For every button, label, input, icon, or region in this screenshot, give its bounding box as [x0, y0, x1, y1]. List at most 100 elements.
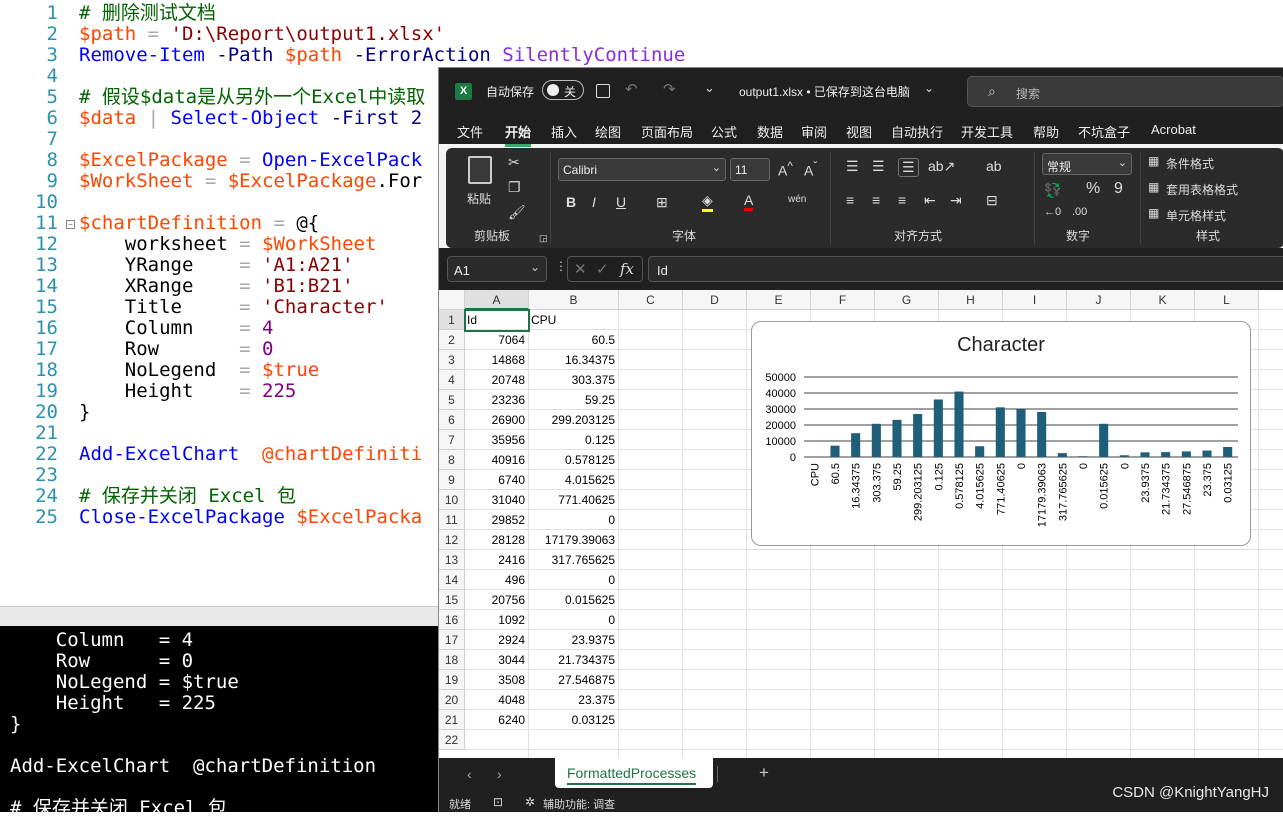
console-pane[interactable]: Column = 4 Row = 0 NoLegend = $true Heig…	[0, 626, 440, 819]
cell-A12[interactable]: 28128	[467, 530, 525, 550]
italic-button[interactable]: I	[592, 194, 596, 210]
cell-A20[interactable]: 4048	[467, 690, 525, 710]
bar-11[interactable]	[1037, 411, 1047, 457]
row-header-21[interactable]: 21	[439, 710, 465, 730]
cell-B20[interactable]: 23.375	[531, 690, 615, 710]
tab-10[interactable]: 开发工具	[961, 122, 1013, 141]
cell-A11[interactable]: 29852	[467, 510, 525, 530]
more-icon[interactable]: ⋮	[555, 259, 567, 273]
format-painter-icon[interactable]: 🖌	[508, 204, 526, 221]
bar-chart[interactable]: Character 50000 40000 30000 20000 10000 0 CPU 6…	[751, 321, 1251, 546]
cell-A18[interactable]: 3044	[467, 650, 525, 670]
align-middle-icon[interactable]: ☰	[872, 158, 885, 175]
cell-A7[interactable]: 35956	[467, 430, 525, 450]
bar-1[interactable]	[830, 445, 840, 457]
row-header-3[interactable]: 3	[439, 350, 465, 370]
column-header-K[interactable]: K	[1131, 290, 1195, 310]
cell-B13[interactable]: 317.765625	[531, 550, 615, 570]
number-format-select[interactable]: 常规 ⌄	[1042, 153, 1132, 175]
file-name-title[interactable]: output1.xlsx • 已保存到这台电脑	[739, 83, 910, 100]
tab-4[interactable]: 页面布局	[641, 122, 693, 141]
bar-13[interactable]	[1078, 456, 1088, 457]
bar-10[interactable]	[1016, 409, 1026, 457]
tab-5[interactable]: 公式	[711, 122, 737, 141]
orientation-icon[interactable]: ab↗	[928, 158, 955, 175]
chevron-down-icon[interactable]: ⌄	[924, 81, 934, 95]
fill-color-icon[interactable]: ◈	[702, 192, 713, 212]
bar-6[interactable]	[933, 399, 943, 457]
row-header-16[interactable]: 16	[439, 610, 465, 630]
cell-A17[interactable]: 2924	[467, 630, 525, 650]
decrease-indent-icon[interactable]: ⇤	[924, 192, 936, 209]
tab-9[interactable]: 自动执行	[891, 122, 943, 141]
row-header-11[interactable]: 11	[439, 510, 465, 530]
bar-18[interactable]	[1181, 451, 1191, 457]
fold-toggle[interactable]: −	[66, 220, 75, 229]
insert-function-icon[interactable]: fx	[620, 260, 634, 278]
name-box[interactable]: A1 ⌄	[447, 256, 547, 282]
row-header-20[interactable]: 20	[439, 690, 465, 710]
cell-B3[interactable]: 16.34375	[531, 350, 615, 370]
cell-B10[interactable]: 771.40625	[531, 490, 615, 510]
paste-button[interactable]: 粘贴	[460, 154, 500, 214]
cell-B19[interactable]: 27.546875	[531, 670, 615, 690]
cell-A21[interactable]: 6240	[467, 710, 525, 730]
row-header-8[interactable]: 8	[439, 450, 465, 470]
bar-2[interactable]	[851, 433, 861, 457]
worksheet-grid[interactable]: ABCDEFGHIJKL 1 2 3 4 5 6 7 8 9 10 11 12 13 14 15 16 17 18…	[439, 290, 1283, 758]
cell-B15[interactable]: 0.015625	[531, 590, 615, 610]
formula-input[interactable]: Id	[648, 256, 1283, 282]
cell-A6[interactable]: 26900	[467, 410, 525, 430]
tab-1[interactable]: 开始	[505, 122, 532, 147]
cell-B21[interactable]: 0.03125	[531, 710, 615, 730]
cell-styles-icon[interactable]: ▦	[1148, 206, 1159, 220]
merge-center-icon[interactable]: ⊟	[986, 192, 998, 209]
tab-3[interactable]: 绘图	[595, 122, 621, 141]
add-sheet-button[interactable]: +	[759, 763, 769, 783]
row-header-6[interactable]: 6	[439, 410, 465, 430]
column-header-F[interactable]: F	[811, 290, 875, 310]
row-header-13[interactable]: 13	[439, 550, 465, 570]
column-header-B[interactable]: B	[529, 290, 619, 310]
format-as-table-button[interactable]: 套用表格格式	[1166, 181, 1238, 198]
macro-record-icon[interactable]: ⊡	[493, 795, 503, 809]
row-header-22[interactable]: 22	[439, 730, 465, 750]
cell-A19[interactable]: 3508	[467, 670, 525, 690]
row-header-18[interactable]: 18	[439, 650, 465, 670]
bar-9[interactable]	[995, 407, 1005, 457]
bar-3[interactable]	[871, 423, 881, 457]
cut-icon[interactable]: ✂	[508, 154, 520, 171]
align-top-icon[interactable]: ☰	[846, 158, 859, 175]
sheet-tab-formattedprocesses[interactable]: FormattedProcesses	[555, 758, 713, 788]
row-header-14[interactable]: 14	[439, 570, 465, 590]
column-header-C[interactable]: C	[619, 290, 683, 310]
cell-B6[interactable]: 299.203125	[531, 410, 615, 430]
dialog-launcher-icon[interactable]: ◲	[539, 233, 548, 244]
cell-B12[interactable]: 17179.39063	[531, 530, 615, 550]
copy-icon[interactable]: ❐	[508, 179, 521, 196]
tab-2[interactable]: 插入	[551, 122, 577, 141]
tab-11[interactable]: 帮助	[1033, 122, 1059, 141]
row-header-5[interactable]: 5	[439, 390, 465, 410]
cell-B4[interactable]: 303.375	[531, 370, 615, 390]
cell-A2[interactable]: 7064	[467, 330, 525, 350]
cell-B14[interactable]: 0	[531, 570, 615, 590]
currency-icon[interactable]: 💱	[1044, 182, 1061, 199]
increase-decimal-icon[interactable]: ←0	[1044, 206, 1061, 218]
save-icon[interactable]	[596, 84, 610, 98]
prev-sheet-icon[interactable]: ‹	[467, 766, 472, 782]
align-bottom-icon[interactable]: ☰	[898, 158, 919, 177]
tab-6[interactable]: 数据	[757, 122, 783, 141]
conditional-format-button[interactable]: 条件格式	[1166, 155, 1214, 172]
bar-14[interactable]	[1099, 423, 1109, 457]
bold-button[interactable]: B	[566, 194, 576, 210]
column-header-H[interactable]: H	[939, 290, 1003, 310]
row-header-2[interactable]: 2	[439, 330, 465, 350]
phonetic-icon[interactable]: wén	[788, 194, 806, 205]
font-size-select[interactable]: 11	[730, 158, 770, 181]
select-all-corner[interactable]	[439, 290, 465, 310]
next-sheet-icon[interactable]: ›	[497, 766, 502, 782]
undo-icon[interactable]: ↶	[625, 80, 638, 98]
cell-A3[interactable]: 14868	[467, 350, 525, 370]
cell-B5[interactable]: 59.25	[531, 390, 615, 410]
